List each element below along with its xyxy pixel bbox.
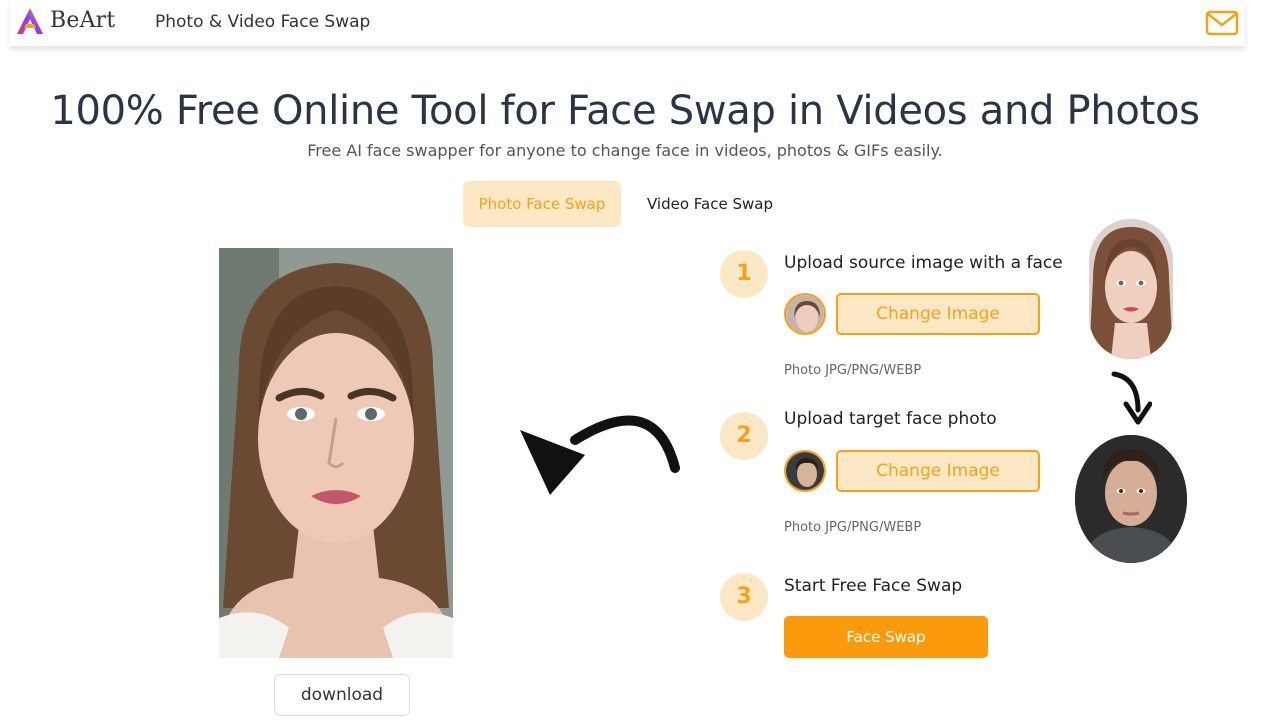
step-1-title: Upload source image with a face [784,253,1063,273]
curved-arrow-down-icon [1111,371,1152,425]
source-thumbnail [784,293,826,335]
step-number-1: 1 [720,250,768,298]
mail-icon[interactable] [1205,10,1239,36]
woman-portrait-illustration [219,248,453,658]
step-2-title: Upload target face photo [784,409,997,429]
change-source-image-button[interactable]: Change Image [836,293,1040,335]
step-3-title: Start Free Face Swap [784,576,963,596]
target-face-photo [1075,435,1187,563]
top-header: BeArt Photo & Video Face Swap [10,0,1245,47]
nav-photo-video-face-swap[interactable]: Photo & Video Face Swap [155,12,370,32]
target-thumbnail [784,450,826,492]
brand-name[interactable]: BeArt [50,8,115,33]
target-format-hint: Photo JPG/PNG/WEBP [784,520,922,535]
curved-arrow-left-icon [520,415,680,495]
beart-logo-icon[interactable] [15,6,45,36]
step-number-2: 2 [720,412,768,460]
download-button[interactable]: download [274,674,410,716]
page-subtitle: Free AI face swapper for anyone to chang… [307,141,943,160]
source-face-photo [1089,219,1173,359]
result-preview-image [219,248,453,658]
tab-photo-face-swap[interactable]: Photo Face Swap [463,181,621,227]
face-swap-button[interactable]: Face Swap [784,616,988,658]
step-number-3: 3 [720,573,768,621]
change-target-image-button[interactable]: Change Image [836,450,1040,492]
source-format-hint: Photo JPG/PNG/WEBP [784,363,922,378]
tab-video-face-swap[interactable]: Video Face Swap [640,181,780,227]
page-title: 100% Free Online Tool for Face Swap in V… [50,88,1200,134]
